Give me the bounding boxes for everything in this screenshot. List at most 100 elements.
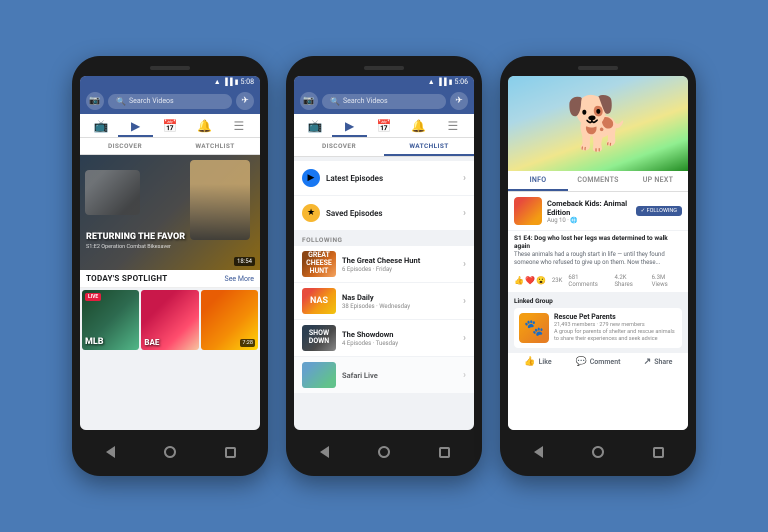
safari-chevron: ›	[463, 370, 466, 381]
messenger-icon-2[interactable]: ✈	[450, 92, 468, 110]
phone-1-screen: ▲ ▐▐ ▮ 5:08 📷 🔍 Search Videos ✈ 📺	[80, 76, 260, 430]
motorcycle-visual	[85, 170, 140, 215]
home-button-2[interactable]	[377, 445, 391, 459]
phone-2-tabs: 📺 ▶ 📅 🔔 ☰	[294, 114, 474, 138]
episode-title: S1 E4: Dog who lost her legs was determi…	[508, 231, 688, 251]
following-badge[interactable]: ✓ FOLLOWING	[636, 206, 682, 216]
comment-button[interactable]: 💬 Comment	[568, 357, 628, 367]
phones-container: ▲ ▐▐ ▮ 5:08 📷 🔍 Search Videos ✈ 📺	[72, 56, 696, 476]
tab-up-next[interactable]: UP NEXT	[628, 171, 688, 191]
home-button-3[interactable]	[591, 445, 605, 459]
person-visual	[190, 160, 250, 240]
tab-watch-active-2[interactable]: ▶	[332, 114, 366, 137]
showdown-chevron: ›	[463, 333, 466, 344]
search-placeholder-2: Search Videos	[343, 97, 388, 105]
like-button[interactable]: 👍 Like	[508, 357, 568, 367]
status-icons: ▲ ▐▐ ▮ 5:08	[214, 78, 254, 86]
camera-icon-2[interactable]: 📷	[300, 92, 318, 110]
spotlight-header: TODAY'S SPOTLIGHT See More	[80, 270, 260, 288]
recents-button-1[interactable]	[223, 445, 237, 459]
share-button[interactable]: ↗ Share	[628, 357, 688, 367]
dog-icon: 🐕	[566, 98, 631, 150]
like-icon: 👍	[524, 357, 535, 367]
tab-watchlist[interactable]: WATCHLIST	[170, 138, 260, 154]
group-name: Rescue Pet Parents	[554, 313, 677, 321]
phone-1: ▲ ▐▐ ▮ 5:08 📷 🔍 Search Videos ✈ 📺	[72, 56, 268, 476]
show-info-row: Comeback Kids: Animal Edition Aug 10 · 🌐…	[508, 192, 688, 231]
tab-watchlist-2[interactable]: WATCHLIST	[384, 138, 474, 156]
bae-label: BAE	[144, 338, 159, 347]
back-button-2[interactable]	[317, 445, 331, 459]
safari-name: Safari Live	[342, 371, 463, 380]
following-item-safari[interactable]: Safari Live ›	[294, 357, 474, 394]
share-label: Share	[654, 358, 672, 366]
hero-video-1[interactable]: RETURNING THE FAVOR S1:E2 Operation Comb…	[80, 155, 260, 270]
tv-icon: 📺	[94, 119, 109, 133]
phone-2: ▲ ▐▐ ▮ 5:06 📷 🔍 Search Videos ✈ 📺	[286, 56, 482, 476]
tab-tv[interactable]: 📺	[84, 114, 118, 137]
tab-bell[interactable]: 🔔	[187, 114, 221, 137]
saved-episodes[interactable]: ★ Saved Episodes ›	[294, 196, 474, 231]
mlb-logo: MLB	[85, 337, 104, 347]
comment-count: 681 Comments	[568, 274, 608, 288]
recents-button-2[interactable]	[437, 445, 451, 459]
spotlight-item-3[interactable]: 7:28	[201, 290, 258, 350]
search-input-1[interactable]: 🔍 Search Videos	[108, 94, 232, 109]
group-meta: 21,493 members · 279 new members A group…	[554, 322, 677, 343]
cheese-thumb: GREATCHEESEHUNT	[302, 251, 336, 277]
phone-3-nav	[508, 438, 688, 466]
status-icons-2: ▲ ▐▐ ▮ 5:06	[428, 78, 468, 86]
tab-list-2[interactable]: ☰	[436, 114, 470, 137]
phone-2-search-bar: 📷 🔍 Search Videos ✈	[294, 88, 474, 114]
tab-tv-2[interactable]: 📺	[298, 114, 332, 137]
time-display: 5:08	[241, 78, 255, 86]
list-icon: ☰	[233, 119, 244, 133]
nas-chevron: ›	[463, 296, 466, 307]
recents-button-3[interactable]	[651, 445, 665, 459]
phone-2-nav	[294, 438, 474, 466]
tab-comments[interactable]: COMMENTS	[568, 171, 628, 191]
back-button-1[interactable]	[103, 445, 117, 459]
following-item-cheese[interactable]: GREATCHEESEHUNT The Great Cheese Hunt 6 …	[294, 246, 474, 283]
messenger-icon-1[interactable]: ✈	[236, 92, 254, 110]
love-emoji: ❤️	[525, 276, 535, 285]
tab-bell-2[interactable]: 🔔	[401, 114, 435, 137]
camera-icon[interactable]: 📷	[86, 92, 104, 110]
time-display-2: 5:06	[455, 78, 469, 86]
play-icon-2: ▶	[345, 119, 354, 133]
episode-description: These animals had a rough start in life …	[508, 251, 688, 272]
saved-icon: ★	[302, 204, 320, 222]
following-item-nas[interactable]: NAS Nas Daily 38 Episodes · Wednesday ›	[294, 283, 474, 320]
tab-discover[interactable]: DISCOVER	[80, 138, 170, 154]
tab-list[interactable]: ☰	[222, 114, 256, 137]
safari-thumb	[302, 362, 336, 388]
saved-label: Saved Episodes	[326, 209, 463, 218]
home-button-1[interactable]	[163, 445, 177, 459]
bell-icon-2: 🔔	[411, 119, 426, 133]
spotlight-item-2[interactable]: BAE	[141, 290, 198, 350]
action-row: 👍 Like 💬 Comment ↗ Share	[508, 352, 688, 369]
group-row[interactable]: 🐾 Rescue Pet Parents 21,493 members · 27…	[514, 308, 682, 348]
tab-watch-active[interactable]: ▶	[118, 114, 152, 137]
tab-calendar[interactable]: 📅	[153, 114, 187, 137]
tab-info[interactable]: INFO	[508, 171, 568, 191]
back-button-3[interactable]	[531, 445, 545, 459]
search-input-2[interactable]: 🔍 Search Videos	[322, 94, 446, 109]
latest-episodes[interactable]: ▶ Latest Episodes ›	[294, 161, 474, 196]
calendar-icon-2: 📅	[377, 119, 392, 133]
see-more-link[interactable]: See More	[225, 275, 254, 283]
comment-label: Comment	[590, 358, 621, 366]
latest-icon: ▶	[302, 169, 320, 187]
linked-group: Linked Group 🐾 Rescue Pet Parents 21,493…	[508, 293, 688, 352]
phone-2-status-bar: ▲ ▐▐ ▮ 5:06	[294, 76, 474, 88]
showdown-info: The Showdown 4 Episodes · Tuesday	[342, 330, 463, 347]
video-hero[interactable]: 🐕	[508, 76, 688, 171]
nas-meta: 38 Episodes · Wednesday	[342, 303, 463, 310]
phone-1-status-bar: ▲ ▐▐ ▮ 5:08	[80, 76, 260, 88]
tab-calendar-2[interactable]: 📅	[367, 114, 401, 137]
watchlist-section: ▶ Latest Episodes › ★ Saved Episodes ›	[294, 161, 474, 231]
following-item-showdown[interactable]: SHOWDOWN The Showdown 4 Episodes · Tuesd…	[294, 320, 474, 357]
phone-3-screen: 🐕 INFO COMMENTS UP NEXT Comeback Kids: A…	[508, 76, 688, 430]
tab-discover-2[interactable]: DISCOVER	[294, 138, 384, 156]
spotlight-item-1[interactable]: LIVE MLB	[82, 290, 139, 350]
